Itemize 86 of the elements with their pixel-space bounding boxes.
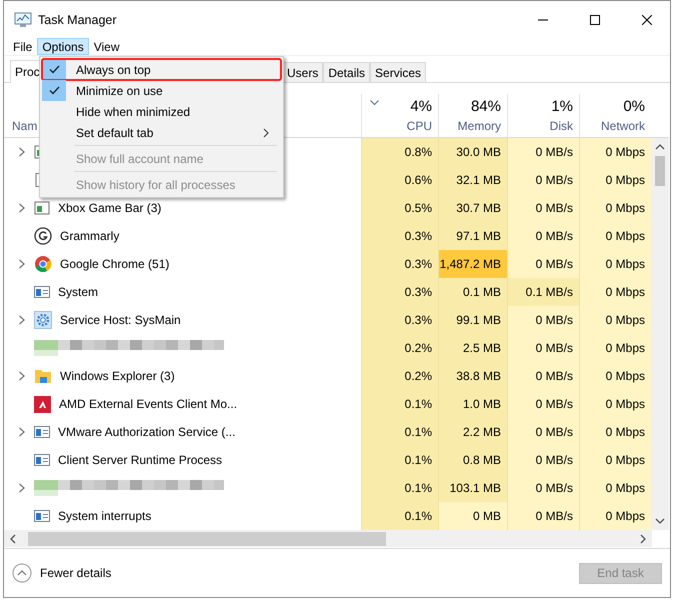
table-cell: 0 Mbps — [579, 390, 651, 418]
table-cell: 0 Mbps — [579, 474, 651, 502]
table-cell: 0.2% — [361, 334, 438, 362]
process-name: AMD External Events Client Mo... — [59, 397, 238, 411]
tab[interactable]: Users — [282, 62, 324, 82]
table-cell: 0 MB/s — [507, 362, 579, 390]
table-cell: 0 Mbps — [579, 334, 651, 362]
column-header[interactable]: Disk — [550, 118, 573, 134]
column-header[interactable]: Memory — [458, 118, 501, 134]
process-name: Xbox Game Bar (3) — [58, 201, 162, 215]
table-cell: 0.1% — [361, 502, 438, 530]
table-cell: 0.5% — [361, 194, 438, 222]
table-cell: 0 Mbps — [579, 250, 651, 278]
table-cell: 0.2% — [361, 362, 438, 390]
menu-option[interactable]: Always on top — [42, 59, 281, 80]
menu-option[interactable]: Set default tab — [42, 122, 281, 143]
table-cell: 0 MB/s — [507, 334, 579, 362]
table-cell: 0 MB/s — [507, 418, 579, 446]
table-cell: 0 MB/s — [507, 502, 579, 530]
table-cell: 0.3% — [361, 250, 438, 278]
table-cell: 0.3% — [361, 278, 438, 306]
table-cell: 0 Mbps — [579, 446, 651, 474]
process-name: Client Server Runtime Process — [58, 453, 222, 467]
table-cell: 0.3% — [361, 306, 438, 334]
fewer-details-link[interactable]: Fewer details — [12, 563, 579, 583]
table-cell: 0 Mbps — [579, 166, 651, 194]
table-cell: 0 MB/s — [507, 138, 579, 166]
table-cell: 0.1% — [361, 390, 438, 418]
menu-option[interactable]: Hide when minimized — [42, 101, 281, 122]
process-name: Google Chrome (51) — [60, 257, 170, 271]
table-cell: 2.2 MB — [438, 418, 507, 446]
column-header[interactable]: CPU — [406, 118, 432, 134]
table-cell: 0.1 MB/s — [507, 278, 579, 306]
process-name: VMware Authorization Service (... — [58, 425, 236, 439]
table-cell: 0 MB/s — [507, 306, 579, 334]
table-cell: 0.6% — [361, 166, 438, 194]
table-cell: 0 MB/s — [507, 474, 579, 502]
process-name: System — [58, 285, 98, 299]
table-cell: 0 MB/s — [507, 250, 579, 278]
process-name: Service Host: SysMain — [60, 313, 181, 327]
table-cell: 30.7 MB — [438, 194, 507, 222]
process-name: Windows Explorer (3) — [60, 369, 175, 383]
table-cell: 1.0 MB — [438, 390, 507, 418]
table-cell: 0 Mbps — [579, 278, 651, 306]
process-name: System interrupts — [58, 509, 152, 523]
table-cell: 0.8 MB — [438, 446, 507, 474]
column-total: 4% — [410, 97, 432, 117]
menu-item[interactable]: View — [88, 38, 124, 55]
table-cell: 38.8 MB — [438, 362, 507, 390]
table-cell: 0 Mbps — [579, 418, 651, 446]
table-cell: 0 Mbps — [579, 138, 651, 166]
table-cell: 0.1 MB — [438, 278, 507, 306]
window-title: Task Manager — [38, 12, 118, 26]
table-cell: 0 MB/s — [507, 166, 579, 194]
menu-option[interactable]: Minimize on use — [42, 80, 281, 101]
column-total: 0% — [623, 97, 645, 117]
table-cell: 0.1% — [361, 446, 438, 474]
table-cell: 0 MB — [438, 502, 507, 530]
table-cell: 0 MB/s — [507, 222, 579, 250]
table-cell: 0 Mbps — [579, 306, 651, 334]
menu-item[interactable]: Options — [37, 38, 89, 55]
table-cell: 32.1 MB — [438, 166, 507, 194]
table-cell: 0.8% — [361, 138, 438, 166]
table-cell: 0 Mbps — [579, 194, 651, 222]
column-total: 84% — [470, 97, 501, 117]
tab[interactable]: Details — [323, 62, 370, 82]
table-cell: 0 MB/s — [507, 194, 579, 222]
table-cell: 0.1% — [361, 474, 438, 502]
table-cell: 99.1 MB — [438, 306, 507, 334]
column-total: 1% — [551, 97, 573, 117]
table-cell: 0 MB/s — [507, 390, 579, 418]
tab[interactable]: Services — [370, 62, 426, 82]
table-cell: 0 MB/s — [507, 446, 579, 474]
table-cell: 0 Mbps — [579, 222, 651, 250]
table-cell: 0 Mbps — [579, 362, 651, 390]
table-cell: 103.1 MB — [438, 474, 507, 502]
process-name: Grammarly — [60, 229, 120, 243]
table-cell: 1,487.2 MB — [438, 250, 507, 278]
table-cell: 0.1% — [361, 418, 438, 446]
table-cell: 97.1 MB — [438, 222, 507, 250]
table-cell: 30.0 MB — [438, 138, 507, 166]
table-cell: 0.3% — [361, 222, 438, 250]
menu-item[interactable]: File — [8, 38, 38, 55]
table-cell: 2.5 MB — [438, 334, 507, 362]
table-cell: 0 Mbps — [579, 502, 651, 530]
column-header[interactable]: Network — [600, 118, 645, 134]
